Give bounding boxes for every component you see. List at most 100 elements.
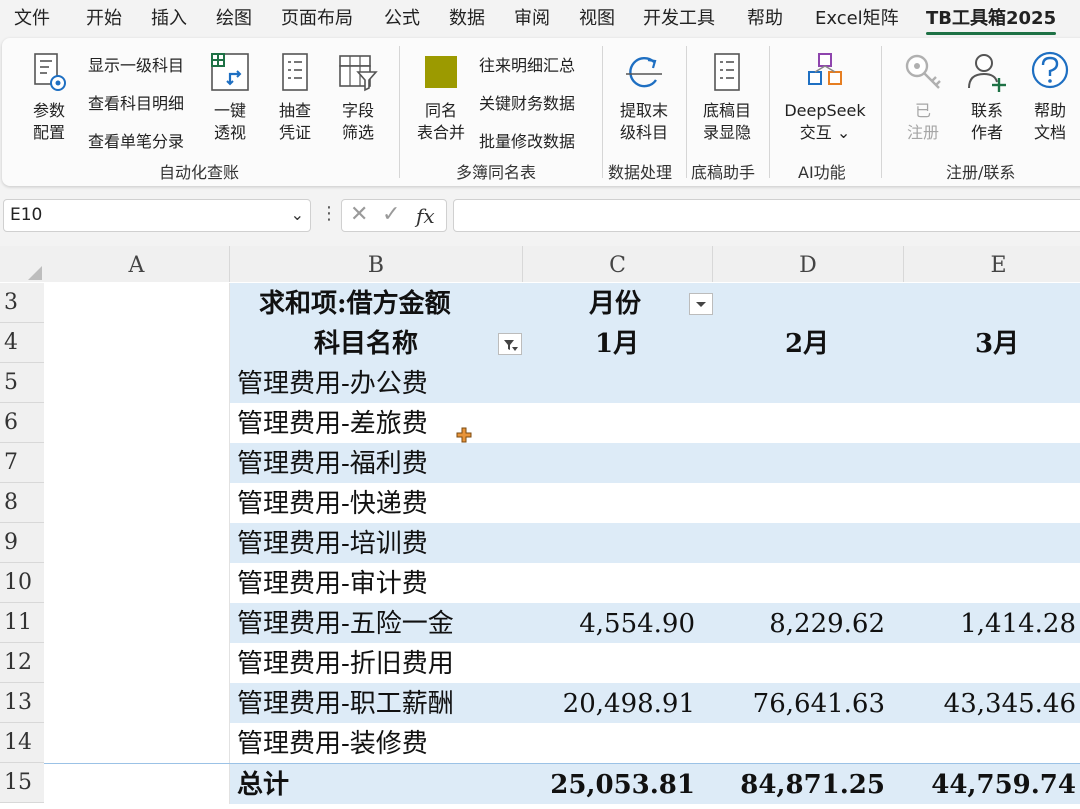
amount-cell[interactable] xyxy=(713,443,885,483)
month-header-3[interactable]: 3月 xyxy=(975,323,1019,363)
tab-draw[interactable]: 绘图 xyxy=(216,4,252,30)
account-name-cell[interactable]: 管理费用-培训费 xyxy=(237,523,428,563)
amount-cell[interactable] xyxy=(904,523,1076,563)
total-amount-cell[interactable]: 25,053.81 xyxy=(523,764,695,804)
amount-cell[interactable] xyxy=(713,643,885,683)
amount-cell[interactable]: 76,641.63 xyxy=(713,683,885,723)
tab-data[interactable]: 数据 xyxy=(449,4,485,30)
row-header-6[interactable]: 6 xyxy=(0,403,44,443)
amount-cell[interactable] xyxy=(713,483,885,523)
amount-cell[interactable] xyxy=(713,403,885,443)
total-amount-cell[interactable]: 84,871.25 xyxy=(713,764,885,804)
amount-cell[interactable] xyxy=(904,643,1076,683)
amount-cell[interactable]: 1,414.28 xyxy=(904,603,1076,643)
row-header-10[interactable]: 10 xyxy=(0,563,44,603)
amount-cell[interactable]: 8,229.62 xyxy=(713,603,885,643)
sample-voucher-button[interactable]: 抽查 凭证 xyxy=(272,50,318,144)
month-header-2[interactable]: 2月 xyxy=(785,323,829,363)
key-finance-button[interactable]: 关键财务数据 xyxy=(479,90,575,114)
param-config-button[interactable]: 参数 配置 xyxy=(26,50,72,144)
amount-cell[interactable] xyxy=(713,723,885,763)
contact-author-button[interactable]: 联系 作者 xyxy=(964,50,1010,144)
amount-cell[interactable]: 20,498.91 xyxy=(523,683,695,723)
amount-cell[interactable] xyxy=(713,363,885,403)
deepseek-button[interactable]: DeepSeek 交互 ⌄ xyxy=(780,50,870,144)
pivot-column-field[interactable]: 月份 xyxy=(589,283,641,323)
more-options-icon[interactable]: ⋮ xyxy=(320,203,338,224)
cell[interactable] xyxy=(44,764,230,804)
cell[interactable] xyxy=(44,363,230,403)
cancel-icon[interactable]: ✕ xyxy=(350,202,368,227)
row-header-14[interactable]: 14 xyxy=(0,723,44,763)
account-name-cell[interactable]: 管理费用-职工薪酬 xyxy=(237,683,454,723)
column-header-e[interactable]: E xyxy=(904,246,1080,282)
amount-cell[interactable] xyxy=(523,443,695,483)
tab-help[interactable]: 帮助 xyxy=(747,4,783,30)
cell[interactable] xyxy=(44,283,230,323)
amount-cell[interactable] xyxy=(523,403,695,443)
amount-cell[interactable] xyxy=(904,443,1076,483)
amount-cell[interactable] xyxy=(523,563,695,603)
extract-last-level-button[interactable]: 提取末 级科目 xyxy=(614,50,674,144)
account-name-cell[interactable]: 管理费用-差旅费 xyxy=(237,403,428,443)
ar-summary-button[interactable]: 往来明细汇总 xyxy=(479,52,575,76)
insert-function-icon[interactable]: fx xyxy=(416,204,435,228)
cell[interactable] xyxy=(44,603,230,643)
one-key-pivot-button[interactable]: 一键 透视 xyxy=(207,50,253,144)
amount-cell[interactable] xyxy=(904,563,1076,603)
cell[interactable] xyxy=(44,443,230,483)
pivot-row-field[interactable]: 科目名称 xyxy=(314,323,418,363)
view-detail-button[interactable]: 查看科目明细 xyxy=(88,90,184,114)
cell[interactable] xyxy=(44,723,230,763)
cell[interactable] xyxy=(44,683,230,723)
amount-cell[interactable] xyxy=(523,363,695,403)
formula-input[interactable] xyxy=(453,199,1080,232)
row-header-5[interactable]: 5 xyxy=(0,363,44,403)
tab-file[interactable]: 文件 xyxy=(14,4,50,30)
account-name-cell[interactable]: 管理费用-五险一金 xyxy=(237,603,454,643)
row-header-4[interactable]: 4 xyxy=(0,323,44,363)
row-header-7[interactable]: 7 xyxy=(0,443,44,483)
cell[interactable] xyxy=(44,523,230,563)
column-header-d[interactable]: D xyxy=(713,246,904,282)
amount-cell[interactable] xyxy=(713,563,885,603)
amount-cell[interactable]: 43,345.46 xyxy=(904,683,1076,723)
select-all-corner[interactable] xyxy=(0,246,44,282)
cell[interactable] xyxy=(44,563,230,603)
grand-total-label[interactable]: 总计 xyxy=(237,764,289,804)
row-header-13[interactable]: 13 xyxy=(0,683,44,723)
cell[interactable] xyxy=(44,643,230,683)
same-name-merge-button[interactable]: 同名 表合并 xyxy=(412,50,470,144)
account-name-cell[interactable]: 管理费用-折旧费用 xyxy=(237,643,454,683)
confirm-check-icon[interactable]: ✓ xyxy=(382,202,400,227)
row-header-3[interactable]: 3 xyxy=(0,283,44,323)
tab-page-layout[interactable]: 页面布局 xyxy=(281,4,353,30)
cell[interactable] xyxy=(44,403,230,443)
amount-cell[interactable] xyxy=(523,523,695,563)
show-level1-button[interactable]: 显示一级科目 xyxy=(88,52,184,76)
batch-modify-button[interactable]: 批量修改数据 xyxy=(479,128,575,152)
row-header-8[interactable]: 8 xyxy=(0,483,44,523)
amount-cell[interactable] xyxy=(713,523,885,563)
account-name-cell[interactable]: 管理费用-办公费 xyxy=(237,363,428,403)
column-header-b[interactable]: B xyxy=(230,246,523,282)
amount-cell[interactable] xyxy=(523,483,695,523)
amount-cell[interactable]: 4,554.90 xyxy=(523,603,695,643)
row-header-12[interactable]: 12 xyxy=(0,643,44,683)
amount-cell[interactable] xyxy=(904,363,1076,403)
chevron-down-icon[interactable]: ⌄ xyxy=(291,205,304,224)
month-header-1[interactable]: 1月 xyxy=(595,323,639,363)
total-amount-cell[interactable]: 44,759.74 xyxy=(904,764,1076,804)
tab-home[interactable]: 开始 xyxy=(86,4,122,30)
name-box[interactable]: E10 ⌄ xyxy=(3,199,311,232)
tab-developer[interactable]: 开发工具 xyxy=(643,4,715,30)
cell[interactable] xyxy=(44,323,230,363)
tab-insert[interactable]: 插入 xyxy=(151,4,187,30)
pivot-value-label[interactable]: 求和项:借方金额 xyxy=(259,283,451,323)
row-header-11[interactable]: 11 xyxy=(0,603,44,643)
tab-tb-toolbox[interactable]: TB工具箱2025 xyxy=(926,4,1057,35)
account-name-cell[interactable]: 管理费用-福利费 xyxy=(237,443,428,483)
amount-cell[interactable] xyxy=(523,723,695,763)
column-filter-button[interactable] xyxy=(689,293,713,315)
row-header-15[interactable]: 15 xyxy=(0,763,44,803)
